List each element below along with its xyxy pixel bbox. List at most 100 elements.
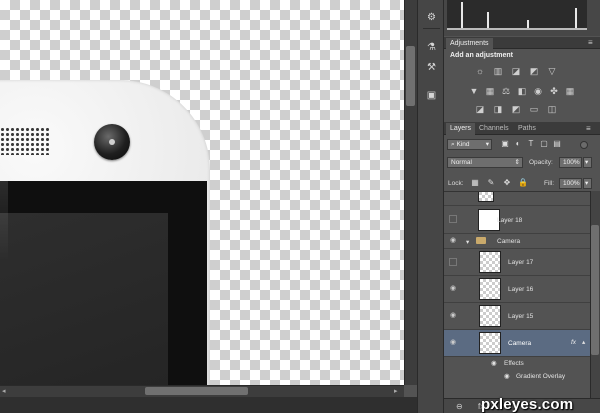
- gradient-map-icon[interactable]: ▭: [528, 104, 540, 114]
- layer-name[interactable]: Layer 15: [508, 313, 533, 320]
- layer-thumbnail: [479, 278, 501, 300]
- layer-filter-select[interactable]: ⌕ Kind ▾: [447, 139, 492, 150]
- channel-mixer-icon[interactable]: ✤: [548, 86, 560, 96]
- layer-row-camera-selected[interactable]: ◉ Camera fx ▴: [444, 330, 590, 357]
- layers-menu-icon[interactable]: ≡: [586, 124, 591, 133]
- group-row-camera[interactable]: ◉ ▾ Camera: [444, 234, 590, 249]
- lock-all-icon[interactable]: 🔒: [518, 178, 528, 188]
- layer-thumbnail: [478, 192, 494, 202]
- invert-icon[interactable]: ◪: [474, 104, 486, 114]
- layer-name[interactable]: Camera: [508, 340, 531, 347]
- histogram-graph: [447, 0, 587, 30]
- posterize-icon[interactable]: ◨: [492, 104, 504, 114]
- tool-presets-icon[interactable]: ⚒: [423, 60, 440, 75]
- fill-input[interactable]: 100%: [559, 178, 582, 189]
- panel-menu-icon[interactable]: ≡: [588, 38, 593, 47]
- black-white-icon[interactable]: ◧: [516, 86, 528, 96]
- canvas-horizontal-scroll-thumb[interactable]: [145, 387, 248, 395]
- layer-list[interactable]: Layer 18 ◉ ▾ Camera Layer 17 ◉ Layer 16 …: [444, 191, 590, 398]
- layer-row-layer16[interactable]: ◉ Layer 16: [444, 276, 590, 303]
- histogram-spike: [461, 2, 463, 30]
- pixel-filter-icon[interactable]: ▣: [500, 139, 510, 149]
- layer-thumbnail: [479, 332, 501, 354]
- eye-icon[interactable]: ◉: [448, 311, 458, 321]
- folder-icon: [476, 237, 486, 244]
- tab-paths[interactable]: Paths: [514, 123, 540, 135]
- color-balance-icon[interactable]: ⚖: [500, 86, 512, 96]
- smart-object-filter-icon[interactable]: ▤: [552, 139, 562, 149]
- speaker-grille: [0, 127, 50, 155]
- lock-position-icon[interactable]: ✥: [502, 178, 512, 188]
- layer-row-layer17[interactable]: Layer 17: [444, 249, 590, 276]
- panel-icon-strip: ⚙ ⚗ ⚒ ▣: [417, 0, 444, 413]
- lock-image-icon[interactable]: ✎: [486, 178, 496, 188]
- opacity-label: Opacity:: [529, 159, 553, 166]
- opacity-dropdown-icon[interactable]: ▾: [583, 157, 592, 168]
- threshold-icon[interactable]: ◩: [510, 104, 522, 114]
- eye-icon[interactable]: ◉: [448, 338, 458, 348]
- tab-adjustments[interactable]: Adjustments: [446, 38, 493, 49]
- layer-name[interactable]: Layer 17: [508, 259, 533, 266]
- filter-toggle-icon[interactable]: [580, 141, 588, 149]
- gradient-overlay-row[interactable]: ◉ Gradient Overlay: [444, 370, 590, 383]
- curves-icon[interactable]: ◪: [510, 66, 522, 76]
- vibrance-icon[interactable]: ▼: [468, 86, 480, 96]
- effects-row[interactable]: ◉ Effects: [444, 357, 590, 370]
- eye-icon[interactable]: ◉: [448, 284, 458, 294]
- histogram-spike: [575, 8, 577, 30]
- lock-label: Lock:: [448, 180, 464, 187]
- layer-name[interactable]: Layer 16: [508, 286, 533, 293]
- scroll-left-arrow-icon[interactable]: ◂: [2, 387, 6, 395]
- eye-icon[interactable]: ◉: [504, 372, 510, 380]
- group-name[interactable]: Camera: [497, 238, 520, 245]
- type-filter-icon[interactable]: T: [526, 139, 536, 149]
- brightness-contrast-icon[interactable]: ☼: [474, 66, 486, 76]
- adjustments-heading: Add an adjustment: [450, 52, 514, 59]
- layer-name[interactable]: Layer 18: [497, 217, 522, 224]
- layer-thumbnail: [479, 251, 501, 273]
- group-expand-icon[interactable]: ▾: [466, 238, 469, 246]
- adjustment-filter-icon[interactable]: ◐: [513, 139, 523, 149]
- gradient-overlay-label: Gradient Overlay: [516, 373, 566, 380]
- layer-row-layer18[interactable]: Layer 18: [444, 206, 590, 234]
- fx-badge[interactable]: fx: [571, 339, 576, 346]
- effects-collapse-icon[interactable]: ▴: [582, 338, 585, 346]
- layers-scroll-thumb[interactable]: [591, 225, 599, 355]
- visibility-off-box[interactable]: [449, 258, 457, 266]
- histogram-baseline: [447, 28, 587, 30]
- info-icon[interactable]: ▣: [423, 88, 440, 103]
- levels-icon[interactable]: ▥: [492, 66, 504, 76]
- hue-saturation-icon[interactable]: ▦: [484, 86, 496, 96]
- layer-row-partial[interactable]: [444, 192, 590, 206]
- fill-dropdown-icon[interactable]: ▾: [583, 178, 592, 189]
- effects-label: Effects: [504, 360, 524, 367]
- photo-filter-icon[interactable]: ◉: [532, 86, 544, 96]
- layer-thumbnail: [479, 305, 501, 327]
- scroll-right-arrow-icon[interactable]: ▸: [394, 387, 398, 395]
- eye-icon[interactable]: ◉: [448, 236, 458, 246]
- eye-icon[interactable]: ◉: [491, 359, 497, 367]
- phone-screen-inner: [0, 213, 168, 385]
- tab-channels[interactable]: Channels: [475, 123, 513, 135]
- visibility-off-box[interactable]: [449, 215, 457, 223]
- chevron-updown-icon: ⇕: [514, 159, 520, 166]
- lock-transparent-icon[interactable]: ▦: [470, 178, 480, 188]
- history-icon[interactable]: ⚙: [423, 10, 440, 25]
- chevron-down-icon: ▾: [485, 141, 489, 148]
- gradient-icon[interactable]: ▽: [546, 66, 558, 76]
- tab-layers[interactable]: Layers: [446, 123, 476, 135]
- document-canvas[interactable]: [0, 0, 404, 385]
- link-layers-icon[interactable]: ⊖: [456, 402, 463, 411]
- watermark: pxleyes.com: [481, 396, 574, 413]
- blend-mode-select[interactable]: Normal ⇕: [447, 157, 523, 168]
- brush-presets-icon[interactable]: ⚗: [423, 40, 440, 55]
- selective-color-icon[interactable]: ◫: [546, 104, 558, 114]
- color-lookup-icon[interactable]: ▦: [564, 86, 576, 96]
- shape-filter-icon[interactable]: ▢: [539, 139, 549, 149]
- photoshop-window: { "adjustments": { "tab_label": "Adjustm…: [0, 0, 600, 413]
- layer-row-layer15[interactable]: ◉ Layer 15: [444, 303, 590, 330]
- canvas-vertical-scroll-thumb[interactable]: [406, 46, 415, 106]
- opacity-input[interactable]: 100%: [559, 157, 582, 168]
- fill-label: Fill:: [544, 180, 555, 187]
- exposure-icon[interactable]: ◩: [528, 66, 540, 76]
